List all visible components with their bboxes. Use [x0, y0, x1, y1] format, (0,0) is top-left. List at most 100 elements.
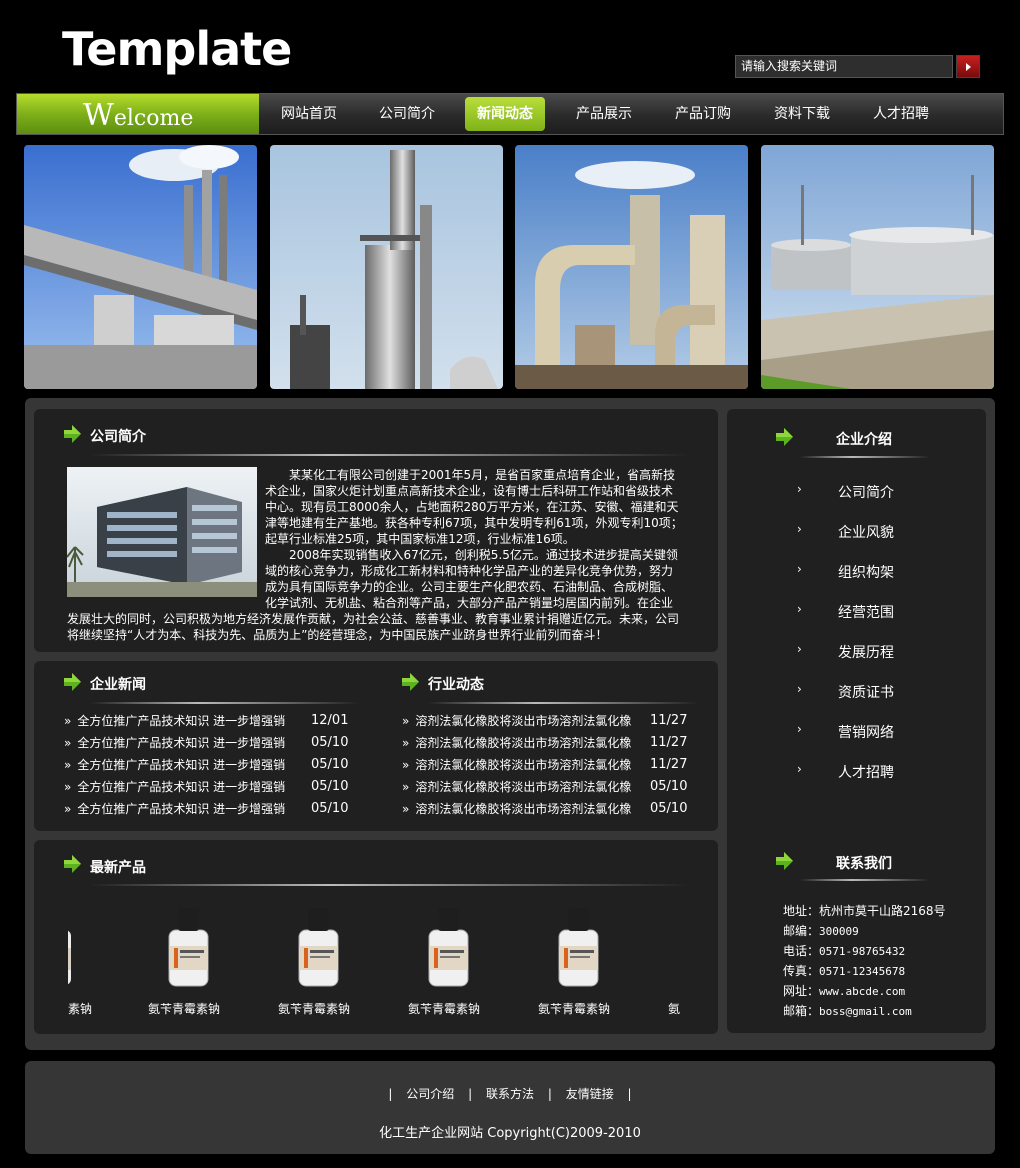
- footer-links: | 公司介绍 | 联系方法 | 友情链接 |: [25, 1085, 995, 1102]
- green-arrow-icon: [64, 855, 81, 873]
- sidebar-item-about[interactable]: › 公司简介: [797, 482, 957, 502]
- product-name[interactable]: 氨苄青霉素钠: [148, 1000, 220, 1017]
- nav-item-order[interactable]: 产品订购: [663, 97, 743, 131]
- news-item[interactable]: » 全方位推广产品技术知识 进一步增强销: [64, 710, 285, 732]
- separator: |: [468, 1087, 473, 1101]
- news-item-text: 全方位推广产品技术知识 进一步增强销: [77, 736, 286, 750]
- about-title: 公司简介: [90, 429, 146, 445]
- product-name-partial[interactable]: 氨: [668, 1000, 680, 1017]
- news-item[interactable]: » 全方位推广产品技术知识 进一步增强销: [64, 798, 285, 820]
- green-arrow-icon: [64, 673, 81, 691]
- bullet-icon: »: [402, 714, 410, 728]
- nav-item-news[interactable]: 新闻动态: [465, 97, 545, 131]
- news-item-text: 溶剂法氯化橡胶将淡出市场溶剂法氯化橡: [415, 714, 632, 728]
- banner-image-2: [270, 145, 503, 389]
- green-arrow-icon: [64, 425, 81, 443]
- product-item[interactable]: [403, 908, 493, 991]
- footer-link-friends[interactable]: 友情链接: [566, 1087, 614, 1101]
- nav-item-about[interactable]: 公司简介: [367, 97, 447, 131]
- sidebar-item-style[interactable]: › 企业风貌: [797, 522, 957, 542]
- bullet-icon: »: [64, 736, 72, 750]
- contact-address: 地址：杭州市莫干山路2168号: [783, 904, 946, 918]
- bullet-icon: »: [64, 802, 72, 816]
- news-item-date: 12/01: [311, 713, 349, 728]
- search-input[interactable]: 请输入搜索关键词: [735, 55, 953, 78]
- news-item-date: 05/10: [650, 801, 688, 816]
- bullet-icon: »: [402, 758, 410, 772]
- news-item[interactable]: » 全方位推广产品技术知识 进一步增强销: [64, 754, 285, 776]
- news-item[interactable]: » 全方位推广产品技术知识 进一步增强销: [64, 776, 285, 798]
- chevron-right-icon: ›: [797, 522, 802, 536]
- banner-image-1: [24, 145, 257, 389]
- product-item[interactable]: [273, 908, 363, 991]
- search-button[interactable]: [956, 55, 980, 78]
- news-item-date: 05/10: [311, 757, 349, 772]
- sidebar-item-scope[interactable]: › 经营范围: [797, 602, 957, 622]
- play-arrow-icon: [965, 62, 971, 71]
- news-item-date: 11/27: [650, 713, 688, 728]
- product-name[interactable]: 氨苄青霉素钠: [278, 1000, 350, 1017]
- industry-news-title: 行业动态: [428, 677, 484, 693]
- title-divider: [800, 879, 930, 881]
- news-item-text: 溶剂法氯化橡胶将淡出市场溶剂法氯化橡: [415, 802, 632, 816]
- chevron-right-icon: ›: [797, 602, 802, 616]
- green-arrow-icon: [776, 428, 793, 446]
- news-item-text: 溶剂法氯化橡胶将淡出市场溶剂法氯化橡: [415, 780, 632, 794]
- footer-link-about[interactable]: 公司介绍: [406, 1087, 454, 1101]
- title-divider: [90, 884, 690, 886]
- sidebar-item-structure[interactable]: › 组织构架: [797, 562, 957, 582]
- product-bottle-image: [428, 908, 468, 987]
- product-image-partial: [68, 908, 76, 988]
- news-item-date: 05/10: [650, 779, 688, 794]
- site-logo[interactable]: Template: [62, 22, 292, 76]
- sidebar-item-history[interactable]: › 发展历程: [797, 642, 957, 662]
- product-name-partial[interactable]: 素钠: [68, 1000, 92, 1017]
- sidebar-title: 企业介绍: [836, 432, 892, 448]
- product-name[interactable]: 氨苄青霉素钠: [538, 1000, 610, 1017]
- news-item-date: 11/27: [650, 757, 688, 772]
- title-divider: [90, 454, 690, 456]
- product-name[interactable]: 氨苄青霉素钠: [408, 1000, 480, 1017]
- news-item-text: 溶剂法氯化橡胶将淡出市场溶剂法氯化橡: [415, 758, 632, 772]
- green-arrow-icon: [402, 673, 419, 691]
- nav-item-products[interactable]: 产品展示: [564, 97, 644, 131]
- news-item-date: 05/10: [311, 779, 349, 794]
- nav-item-home[interactable]: 网站首页: [269, 97, 349, 131]
- bullet-icon: »: [402, 802, 410, 816]
- product-bottle-image: [168, 908, 208, 987]
- contact-title: 联系我们: [836, 856, 892, 872]
- footer-link-contact[interactable]: 联系方法: [486, 1087, 534, 1101]
- sidebar-item-certificates[interactable]: › 资质证书: [797, 682, 957, 702]
- news-item[interactable]: » 溶剂法氯化橡胶将淡出市场溶剂法氯化橡: [402, 754, 631, 776]
- sidebar-item-careers[interactable]: › 人才招聘: [797, 762, 957, 782]
- green-arrow-icon: [776, 852, 793, 870]
- nav-item-careers[interactable]: 人才招聘: [861, 97, 941, 131]
- contact-email[interactable]: 邮箱：boss@gmail.com: [783, 1002, 912, 1019]
- news-item[interactable]: » 溶剂法氯化橡胶将淡出市场溶剂法氯化橡: [402, 798, 631, 820]
- contact-website[interactable]: 网址：www.abcde.com: [783, 982, 905, 999]
- news-item[interactable]: » 溶剂法氯化橡胶将淡出市场溶剂法氯化橡: [402, 776, 631, 798]
- footer: | 公司介绍 | 联系方法 | 友情链接 | 化工生产企业网站 Copyrigh…: [25, 1061, 995, 1154]
- sidebar-item-sales-network[interactable]: › 营销网络: [797, 722, 957, 742]
- news-item-date: 05/10: [311, 735, 349, 750]
- news-item-text: 溶剂法氯化橡胶将淡出市场溶剂法氯化橡: [415, 736, 632, 750]
- chevron-right-icon: ›: [797, 562, 802, 576]
- news-item-text: 全方位推广产品技术知识 进一步增强销: [77, 758, 286, 772]
- title-divider: [800, 456, 930, 458]
- news-item[interactable]: » 溶剂法氯化橡胶将淡出市场溶剂法氯化橡: [402, 710, 631, 732]
- nav-item-downloads[interactable]: 资料下载: [762, 97, 842, 131]
- product-item[interactable]: [143, 908, 233, 991]
- news-item[interactable]: » 溶剂法氯化橡胶将淡出市场溶剂法氯化橡: [402, 732, 631, 754]
- bullet-icon: »: [402, 780, 410, 794]
- separator: |: [627, 1087, 632, 1101]
- copyright: 化工生产企业网站 Copyright(C)2009-2010: [379, 1126, 641, 1141]
- product-item[interactable]: [533, 908, 623, 991]
- news-item-text: 全方位推广产品技术知识 进一步增强销: [77, 802, 286, 816]
- chevron-right-icon: ›: [797, 682, 802, 696]
- chevron-right-icon: ›: [797, 642, 802, 656]
- sidebar-panel: [727, 409, 986, 1033]
- company-building-image: [67, 467, 257, 597]
- news-item[interactable]: » 全方位推广产品技术知识 进一步增强销: [64, 732, 285, 754]
- banner-image-4: [761, 145, 994, 389]
- separator: |: [547, 1087, 552, 1101]
